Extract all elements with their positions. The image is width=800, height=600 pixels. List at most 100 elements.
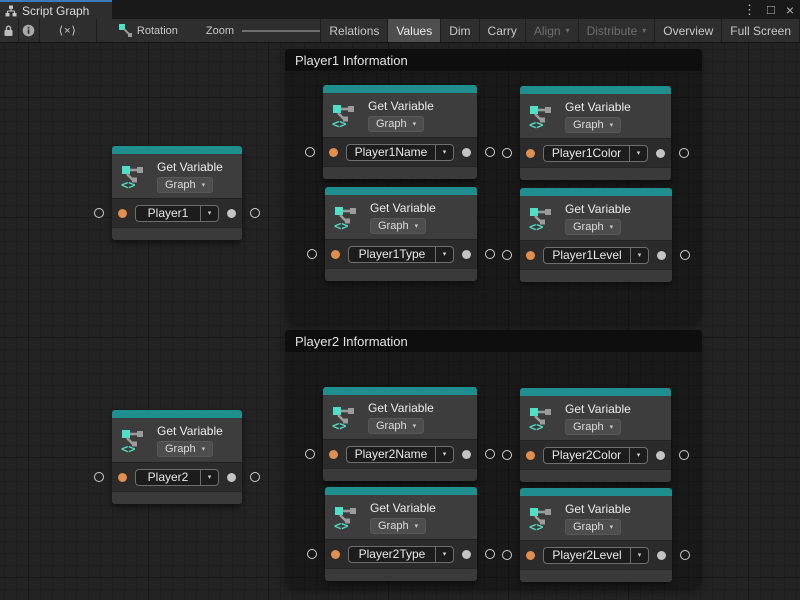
variable-value-port[interactable] xyxy=(526,251,535,260)
output-value-port[interactable] xyxy=(462,450,471,459)
node-header[interactable]: <> Get Variable Graph ▾ xyxy=(520,196,672,240)
output-value-port[interactable] xyxy=(462,550,471,559)
variable-dropdown[interactable]: Player2 ▾ xyxy=(135,469,219,486)
variable-value-port[interactable] xyxy=(329,450,338,459)
node-header[interactable]: <> Get Variable Graph ▾ xyxy=(520,94,671,138)
graph-kind-dropdown[interactable]: Graph ▾ xyxy=(368,418,424,434)
toolbar-button-full-screen[interactable]: Full Screen xyxy=(722,19,800,42)
get-variable-node[interactable]: <> Get Variable Graph ▾ Player2Level ▾ xyxy=(520,488,672,582)
variable-dropdown[interactable]: Player2Level ▾ xyxy=(543,547,649,564)
more-icon[interactable]: ⋮ xyxy=(743,3,756,16)
toolbar-button-values[interactable]: Values xyxy=(388,19,441,42)
variable-value-port[interactable] xyxy=(331,550,340,559)
zoom-slider-track[interactable] xyxy=(242,30,321,32)
get-variable-node[interactable]: <> Get Variable Graph ▾ Player2Color ▾ xyxy=(520,388,671,482)
get-variable-node[interactable]: <> Get Variable Graph ▾ Player1Level ▾ xyxy=(520,188,672,282)
variable-value-port[interactable] xyxy=(526,451,535,460)
input-port[interactable] xyxy=(307,549,317,559)
get-variable-node[interactable]: <> Get Variable Graph ▾ Player2Name ▾ xyxy=(323,387,477,481)
variable-value-port[interactable] xyxy=(331,250,340,259)
node-header[interactable]: <> Get Variable Graph ▾ xyxy=(520,496,672,540)
output-port[interactable] xyxy=(485,147,495,157)
input-port[interactable] xyxy=(305,147,315,157)
variable-dropdown[interactable]: Player1 ▾ xyxy=(135,205,219,222)
lock-button[interactable] xyxy=(0,19,19,42)
graph-kind-dropdown[interactable]: Graph ▾ xyxy=(565,117,621,133)
output-port[interactable] xyxy=(680,550,690,560)
toolbar-button-dim[interactable]: Dim xyxy=(441,19,479,42)
graph-kind-dropdown[interactable]: Graph ▾ xyxy=(565,519,621,535)
input-port[interactable] xyxy=(502,550,512,560)
graph-kind-dropdown[interactable]: Graph ▾ xyxy=(370,218,426,234)
toolbar-button-distribute[interactable]: Distribute▾ xyxy=(579,19,656,42)
get-variable-node[interactable]: <> Get Variable Graph ▾ Player1Color ▾ xyxy=(520,86,671,180)
input-port[interactable] xyxy=(502,450,512,460)
input-port[interactable] xyxy=(502,148,512,158)
angle-x-button[interactable]: ⟨×⟩ xyxy=(40,19,97,42)
variable-dropdown[interactable]: Player2Name ▾ xyxy=(346,446,454,463)
output-port[interactable] xyxy=(680,250,690,260)
output-port[interactable] xyxy=(679,450,689,460)
maximize-icon[interactable]: □ xyxy=(767,3,775,16)
graph-kind-dropdown[interactable]: Graph ▾ xyxy=(370,518,426,534)
input-port[interactable] xyxy=(307,249,317,259)
output-value-port[interactable] xyxy=(462,250,471,259)
toolbar-button-overview[interactable]: Overview xyxy=(655,19,722,42)
graph-canvas[interactable]: Player1 Information Player2 Information … xyxy=(0,43,800,600)
output-value-port[interactable] xyxy=(657,551,666,560)
graph-kind-dropdown[interactable]: Graph ▾ xyxy=(157,177,213,193)
input-port[interactable] xyxy=(94,208,104,218)
output-value-port[interactable] xyxy=(462,148,471,157)
input-port[interactable] xyxy=(305,449,315,459)
get-variable-node[interactable]: <> Get Variable Graph ▾ Player1Name ▾ xyxy=(323,85,477,179)
graph-kind-dropdown[interactable]: Graph ▾ xyxy=(157,441,213,457)
node-header[interactable]: <> Get Variable Graph ▾ xyxy=(112,154,242,198)
variable-dropdown[interactable]: Player1Type ▾ xyxy=(348,246,454,263)
get-variable-node[interactable]: <> Get Variable Graph ▾ Player2Type ▾ xyxy=(325,487,477,581)
variable-dropdown[interactable]: Player2Type ▾ xyxy=(348,546,454,563)
variable-value-port[interactable] xyxy=(118,209,127,218)
graph-kind-dropdown[interactable]: Graph ▾ xyxy=(368,116,424,132)
output-port[interactable] xyxy=(250,472,260,482)
graph-kind-dropdown[interactable]: Graph ▾ xyxy=(565,419,621,435)
output-value-port[interactable] xyxy=(227,209,236,218)
output-port[interactable] xyxy=(679,148,689,158)
chevron-down-icon: ▾ xyxy=(610,423,614,431)
node-header[interactable]: <> Get Variable Graph ▾ xyxy=(323,395,477,439)
variable-dropdown[interactable]: Player1Level ▾ xyxy=(543,247,649,264)
group-header[interactable]: Player2 Information xyxy=(285,330,702,352)
input-port[interactable] xyxy=(502,250,512,260)
info-button[interactable] xyxy=(19,19,40,42)
output-port[interactable] xyxy=(250,208,260,218)
get-variable-node[interactable]: <> Get Variable Graph ▾ Player1 ▾ xyxy=(112,146,242,240)
variable-value-port[interactable] xyxy=(526,551,535,560)
variable-value-port[interactable] xyxy=(118,473,127,482)
output-value-port[interactable] xyxy=(656,451,665,460)
node-header[interactable]: <> Get Variable Graph ▾ xyxy=(112,418,242,462)
close-icon[interactable]: × xyxy=(786,3,794,17)
output-port[interactable] xyxy=(485,249,495,259)
node-header[interactable]: <> Get Variable Graph ▾ xyxy=(325,495,477,539)
node-header[interactable]: <> Get Variable Graph ▾ xyxy=(323,93,477,137)
variable-dropdown[interactable]: Player1Color ▾ xyxy=(543,145,648,162)
get-variable-node[interactable]: <> Get Variable Graph ▾ Player2 ▾ xyxy=(112,410,242,504)
variable-value-port[interactable] xyxy=(526,149,535,158)
input-port[interactable] xyxy=(94,472,104,482)
output-value-port[interactable] xyxy=(227,473,236,482)
node-header[interactable]: <> Get Variable Graph ▾ xyxy=(325,195,477,239)
node-header[interactable]: <> Get Variable Graph ▾ xyxy=(520,396,671,440)
variable-dropdown[interactable]: Player2Color ▾ xyxy=(543,447,648,464)
tab-script-graph[interactable]: Script Graph xyxy=(0,0,112,19)
group-header[interactable]: Player1 Information xyxy=(285,49,702,71)
toolbar-button-carry[interactable]: Carry xyxy=(480,19,526,42)
variable-dropdown[interactable]: Player1Name ▾ xyxy=(346,144,454,161)
output-value-port[interactable] xyxy=(656,149,665,158)
toolbar-button-align[interactable]: Align▾ xyxy=(526,19,579,42)
output-port[interactable] xyxy=(485,549,495,559)
output-port[interactable] xyxy=(485,449,495,459)
get-variable-node[interactable]: <> Get Variable Graph ▾ Player1Type ▾ xyxy=(325,187,477,281)
graph-kind-dropdown[interactable]: Graph ▾ xyxy=(565,219,621,235)
variable-value-port[interactable] xyxy=(329,148,338,157)
output-value-port[interactable] xyxy=(657,251,666,260)
toolbar-button-relations[interactable]: Relations xyxy=(321,19,388,42)
